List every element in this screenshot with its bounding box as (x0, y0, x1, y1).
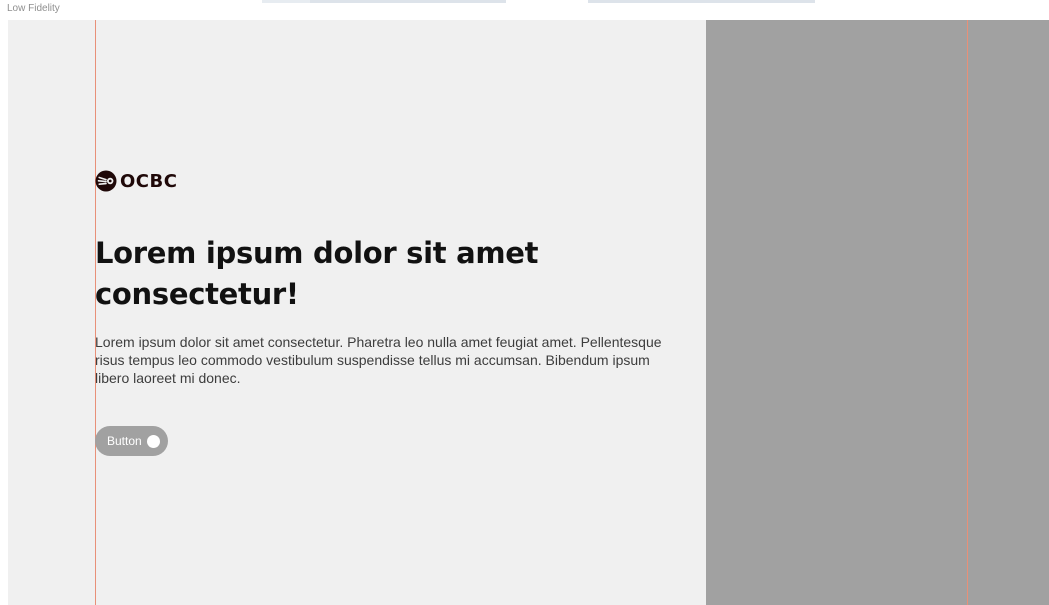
frame-label: Low Fidelity (7, 3, 60, 14)
circle-icon (146, 434, 160, 448)
layout-guide-right (967, 20, 968, 605)
top-scroll-strip (262, 0, 310, 3)
image-placeholder (706, 20, 1049, 605)
top-scroll-strip (588, 0, 815, 3)
cta-button-label: Button (107, 434, 142, 448)
hero-headline: Lorem ipsum dolor sit amet consectetur! (95, 236, 539, 311)
ocbc-logo-icon (95, 170, 117, 192)
frame-canvas: OCBC Lorem ipsum dolor sit amet consecte… (8, 20, 1049, 605)
hero-body-text: Lorem ipsum dolor sit amet consectetur. … (95, 334, 662, 386)
logo-wordmark: OCBC (120, 170, 178, 192)
hero-cta-button[interactable]: Button (95, 426, 168, 456)
ocbc-logo: OCBC (95, 169, 177, 193)
top-scroll-strip (310, 0, 506, 3)
